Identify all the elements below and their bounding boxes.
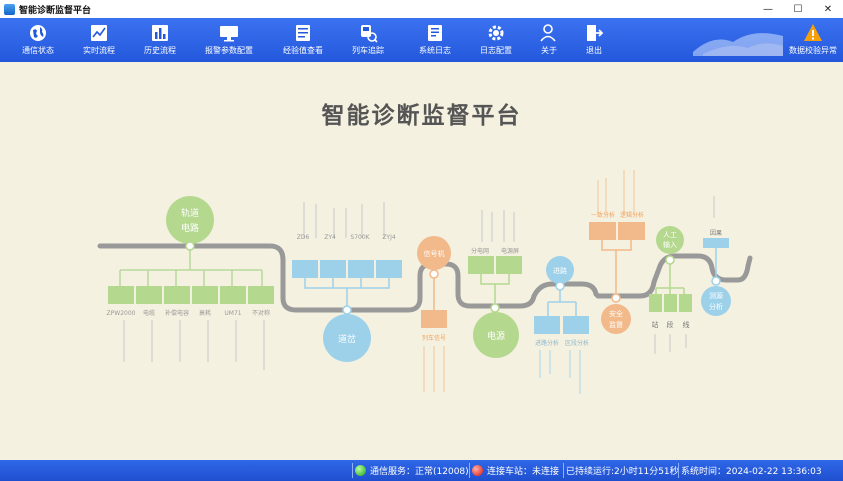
device-label: 进路分析: [535, 339, 559, 347]
window-controls: — ☐ ✕: [753, 0, 843, 18]
device-label: 线: [683, 320, 690, 329]
toolbar-communication-status[interactable]: 通信状态: [22, 23, 54, 56]
device-label: 站: [652, 320, 659, 329]
toolbar-label: 报警参数配置: [205, 46, 253, 55]
toolbar-label: 退出: [586, 46, 602, 55]
toolbar-exit[interactable]: 退出: [584, 23, 604, 56]
toolbar-train-tracking[interactable]: 列车追踪: [352, 23, 384, 56]
toolbar-label: 经验值查看: [283, 46, 323, 55]
toolbar-alarm-config[interactable]: 报警参数配置: [205, 23, 253, 56]
device-label: UM71: [224, 310, 241, 317]
main-toolbar: 通信状态 实时流程 历史流程 报警参数配置 经验值查看 列车追踪 系统日志 日志…: [0, 18, 843, 62]
monitor-icon: [220, 26, 238, 42]
data-check-alert[interactable]: 数据校验异常: [789, 23, 837, 56]
device-label: 一致分析: [591, 211, 615, 219]
device-label: 段: [667, 320, 674, 329]
toolbar-about[interactable]: 关于: [539, 23, 559, 56]
status-error-icon: [472, 465, 483, 476]
device-label: 补偿电容: [165, 309, 189, 317]
factor-label: 测源: [709, 291, 723, 300]
switch-label: 道岔: [338, 333, 356, 345]
safety-label: 安全: [609, 309, 623, 318]
log-icon: [428, 25, 442, 41]
exit-icon: [587, 25, 604, 41]
track-circuit-node: [166, 196, 214, 244]
device-label: 衰耗: [199, 309, 211, 317]
manual-label: 人工: [663, 231, 677, 239]
bar-chart-icon: [152, 25, 168, 41]
toolbar-system-log[interactable]: 系统日志: [419, 23, 451, 56]
train-search-icon: [361, 25, 378, 43]
safety-node: [601, 304, 631, 334]
device-label: 不对称: [252, 309, 270, 317]
device-label: ZYJ4: [382, 234, 396, 241]
device-label: S700K: [350, 234, 370, 241]
safety-label: 监督: [609, 320, 623, 329]
device-label: 电缆: [143, 309, 155, 317]
warning-icon: [804, 24, 822, 41]
status-ok-icon: [355, 465, 366, 476]
globe-icon: [30, 25, 46, 41]
system-flow-diagram: 轨道 电路 ZPW2000 电缆 补偿电容 衰耗 UM71 不对称 ZD6 ZY…: [97, 170, 753, 394]
comm-service-status: 通信服务：正常(12008): [355, 460, 469, 481]
status-bar: 通信服务：正常(12008) 连接车站：未连接 已持续运行:2小时11分51秒 …: [0, 460, 843, 481]
window-titlebar: 智能诊断监督平台 — ☐ ✕: [0, 0, 843, 18]
toolbar-label: 系统日志: [419, 46, 451, 55]
runtime-status: 已持续运行:2小时11分51秒: [566, 460, 679, 481]
users-icon: [540, 24, 556, 42]
toolbar-label: 历史流程: [144, 46, 176, 55]
device-label: 因果: [710, 230, 722, 237]
document-icon: [296, 25, 310, 41]
gear-icon: [488, 25, 504, 41]
system-time-status: 系统时间：2024-02-22 13:36:03: [681, 460, 822, 481]
alert-label: 数据校验异常: [789, 46, 837, 55]
device-label: ZD6: [297, 234, 310, 241]
realtime-chart-icon: [91, 25, 107, 41]
close-button[interactable]: ✕: [813, 0, 843, 18]
device-label: 分电网: [471, 247, 489, 255]
window-title: 智能诊断监督平台: [19, 5, 92, 16]
minimize-button[interactable]: —: [753, 0, 783, 18]
toolbar-realtime-flow[interactable]: 实时流程: [83, 23, 115, 56]
runtime-text: 已持续运行:2小时11分51秒: [566, 467, 679, 477]
track-circuit-label: 轨道: [181, 207, 199, 219]
device-label: ZY4: [324, 234, 336, 241]
device-label: 区段分析: [565, 339, 589, 347]
toolbar-experience-view[interactable]: 经验值查看: [283, 23, 323, 56]
toolbar-log-config[interactable]: 日志配置: [480, 23, 512, 56]
app-logo-icon: [4, 3, 15, 15]
route-label: 进路: [553, 266, 567, 275]
device-label: ZPW2000: [107, 310, 136, 317]
signal-label: 信号机: [424, 249, 445, 258]
main-panel: 智能诊断监督平台 轨道 电路 ZPW2000 电缆 补偿电容 衰耗 UM71 不…: [0, 62, 843, 460]
toolbar-label: 日志配置: [480, 46, 512, 55]
toolbar-history-flow[interactable]: 历史流程: [144, 23, 176, 56]
toolbar-label: 关于: [541, 46, 557, 55]
device-label: 逻辑分析: [620, 211, 644, 219]
mountain-decoration: [693, 33, 783, 56]
device-label: 电源屏: [501, 247, 519, 255]
system-time-text: 系统时间：2024-02-22 13:36:03: [681, 467, 822, 477]
manual-label: 输入: [663, 240, 677, 249]
toolbar-label: 通信状态: [22, 46, 54, 55]
station-link-text: 连接车站：未连接: [487, 467, 560, 477]
track-circuit-label: 电路: [181, 222, 199, 234]
power-label: 电源: [487, 330, 505, 342]
station-link-status: 连接车站：未连接: [472, 460, 559, 481]
factor-analysis-node: [701, 286, 731, 316]
factor-label: 分析: [709, 302, 723, 311]
toolbar-label: 实时流程: [83, 46, 115, 55]
toolbar-label: 列车追踪: [352, 46, 384, 55]
device-label: 列车信号: [422, 334, 446, 342]
comm-service-text: 通信服务：正常(12008): [370, 467, 469, 477]
maximize-button[interactable]: ☐: [783, 0, 813, 18]
